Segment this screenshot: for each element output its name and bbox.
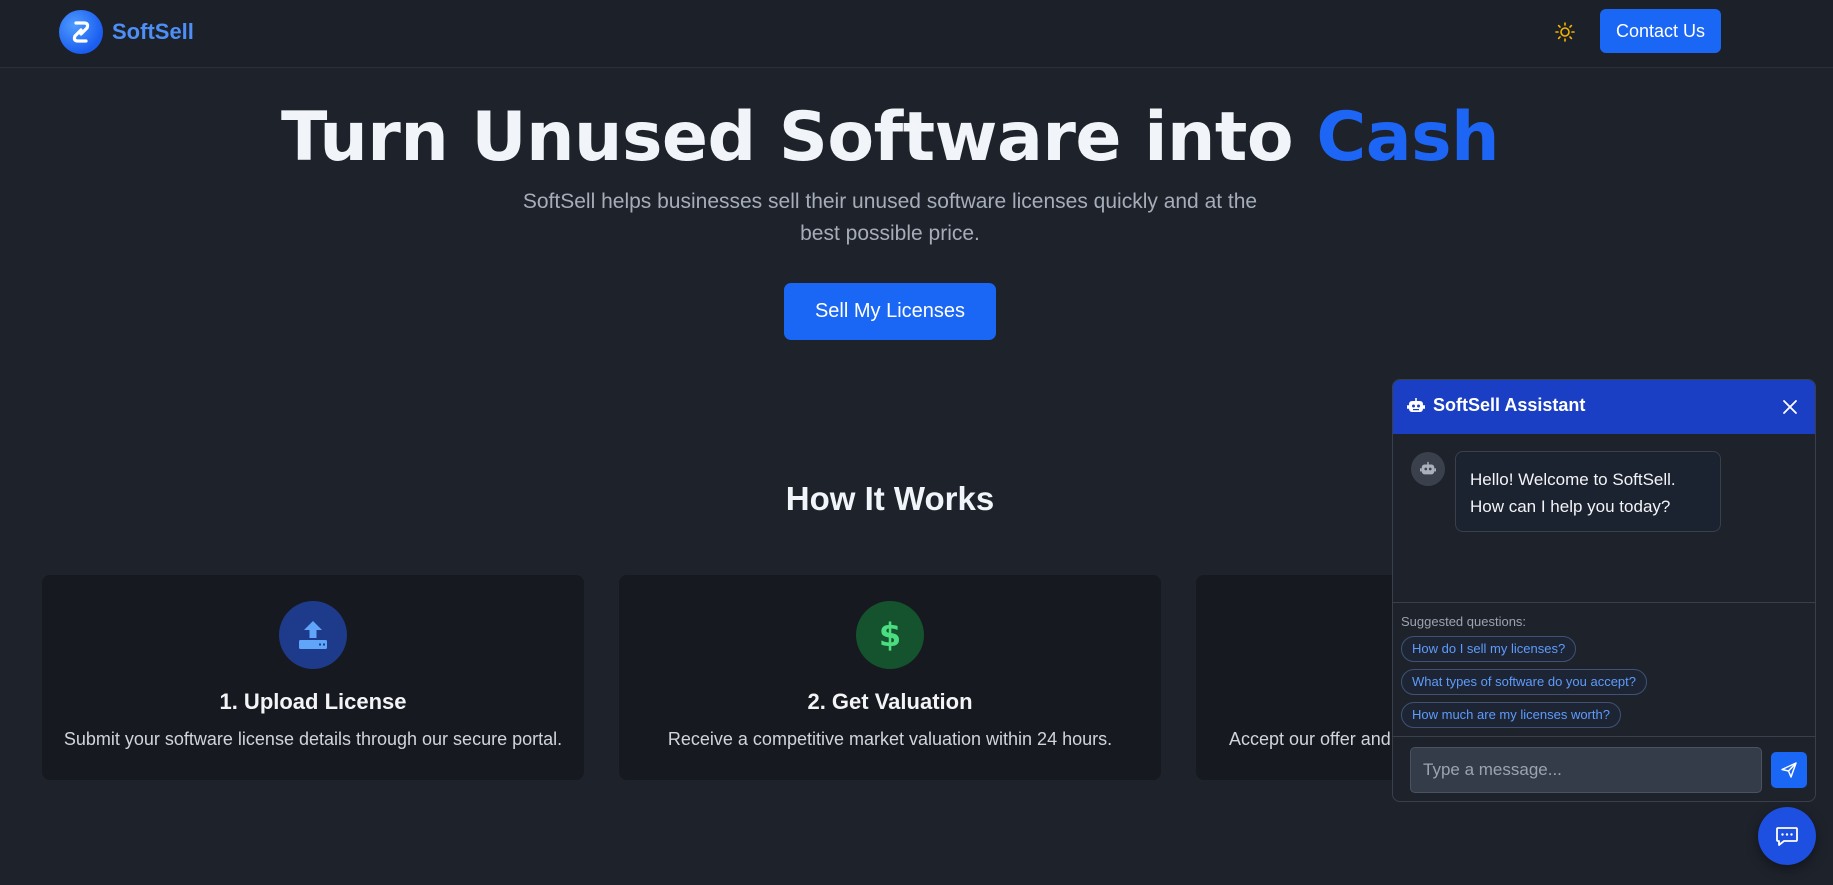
step-card-upload: 1. Upload License Submit your software l… (42, 575, 584, 780)
contact-us-button[interactable]: Contact Us (1600, 9, 1721, 53)
chat-toggle-button[interactable] (1758, 807, 1816, 865)
step-title: 1. Upload License (219, 689, 407, 714)
hero-title-accent: Cash (1316, 98, 1500, 177)
logo-icon (59, 10, 103, 54)
suggestion-chip[interactable]: What types of software do you accept? (1401, 669, 1648, 695)
upload-icon (279, 601, 347, 669)
robot-icon (1420, 461, 1436, 475)
hero-subtitle: SoftSell helps businesses sell their unu… (522, 190, 1258, 245)
suggestion-chip[interactable]: How much are my licenses worth? (1401, 702, 1621, 728)
send-button[interactable] (1771, 752, 1807, 788)
suggested-questions: Suggested questions: How do I sell my li… (1393, 602, 1815, 737)
brand-name: SoftSell (112, 19, 194, 44)
step-description: Receive a competitive market valuation w… (667, 729, 1113, 749)
hero-title: Turn Unused Software into Cash (0, 98, 1780, 177)
dollar-icon: $ (856, 601, 924, 669)
sell-licenses-button[interactable]: Sell My Licenses (784, 283, 996, 340)
suggested-label: Suggested questions: (1401, 614, 1527, 629)
chat-title: SoftSell Assistant (1433, 395, 1586, 415)
robot-icon (1407, 398, 1425, 412)
suggestion-chip[interactable]: How do I sell my licenses? (1401, 636, 1577, 662)
chat-bubble-icon (1776, 827, 1798, 846)
chat-header: SoftSell Assistant (1393, 380, 1815, 434)
chat-window: SoftSell Assistant Hello! Welcome to Sof… (1392, 379, 1816, 802)
brand-logo[interactable]: SoftSell (59, 10, 194, 54)
close-icon[interactable] (1779, 396, 1801, 418)
send-icon (1781, 762, 1797, 778)
step-title: 2. Get Valuation (807, 689, 973, 714)
hero-title-main: Turn Unused Software into (280, 98, 1317, 177)
site-header: SoftSell Contact Us (0, 0, 1833, 68)
bot-avatar (1411, 452, 1445, 486)
step-description: Submit your software license details thr… (63, 729, 563, 749)
step-description: Accept our offer and (1229, 729, 1391, 749)
sun-icon (1555, 22, 1575, 42)
step-card-valuation: $ 2. Get Valuation Receive a competitive… (619, 575, 1161, 780)
bot-message: Hello! Welcome to SoftSell. How can I he… (1455, 451, 1721, 532)
chat-message-input[interactable] (1410, 747, 1762, 793)
theme-toggle[interactable] (1551, 18, 1579, 46)
